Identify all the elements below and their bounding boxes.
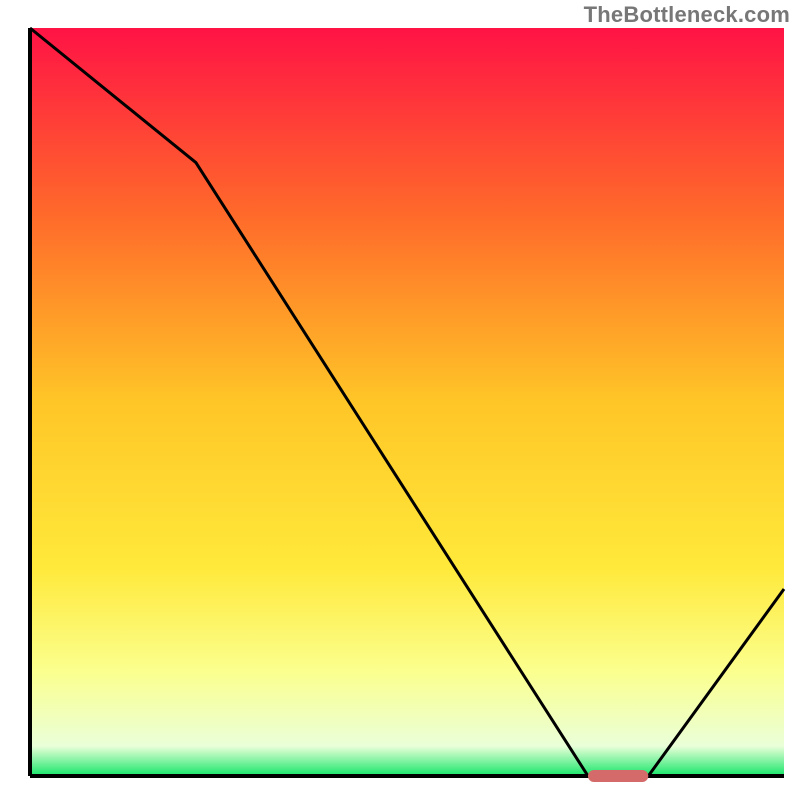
bottleneck-chart bbox=[0, 0, 800, 800]
watermark-text: TheBottleneck.com bbox=[584, 2, 790, 28]
plot-background bbox=[30, 28, 784, 776]
optimal-marker bbox=[588, 770, 648, 782]
chart-container: TheBottleneck.com bbox=[0, 0, 800, 800]
